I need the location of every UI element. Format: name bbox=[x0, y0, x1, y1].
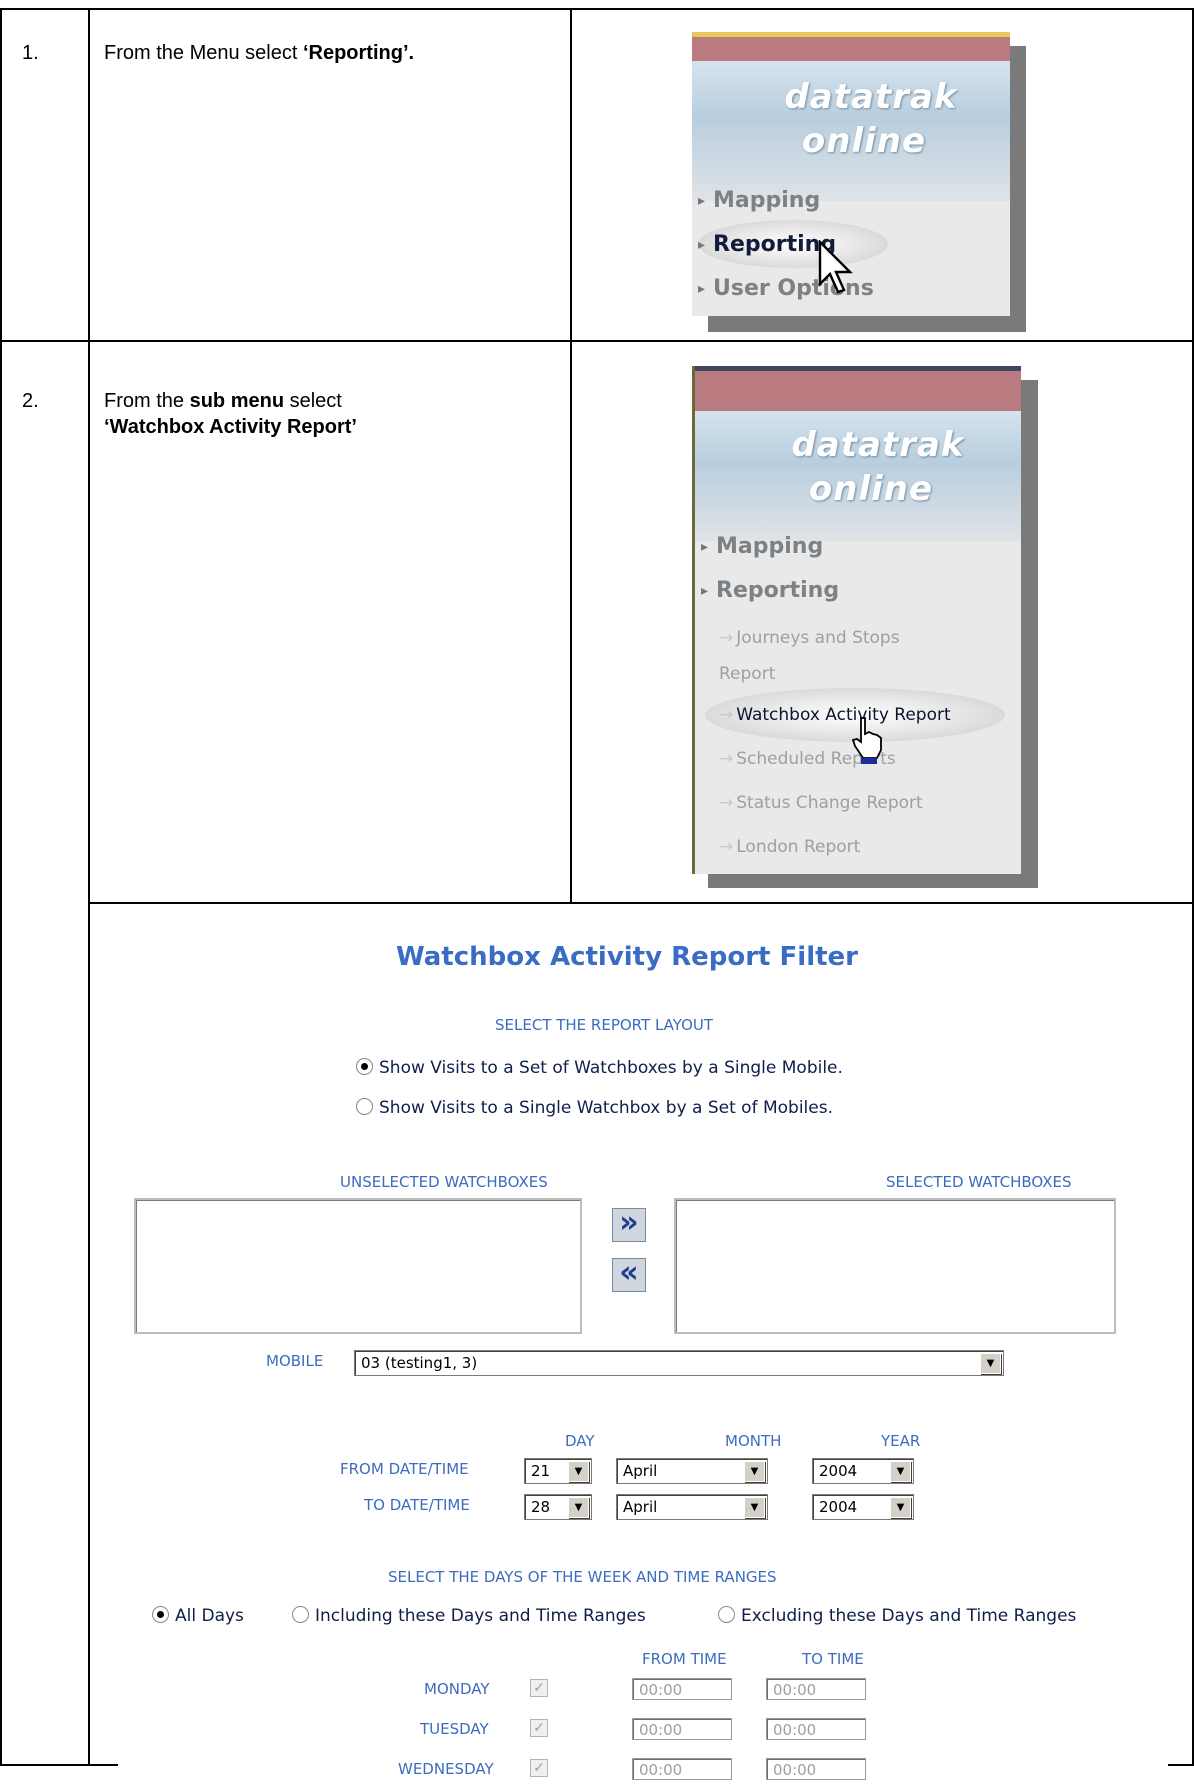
radio-unselected-icon[interactable] bbox=[356, 1098, 373, 1115]
step-instruction: From the sub menu select ‘Watchbox Activ… bbox=[104, 388, 554, 440]
table-column-divider-2 bbox=[570, 8, 572, 904]
instruction-text: select bbox=[284, 390, 342, 412]
table-row-divider-2 bbox=[88, 902, 1194, 904]
step-number: 1. bbox=[22, 42, 39, 64]
radio-unselected-icon[interactable] bbox=[292, 1606, 309, 1623]
to-time-label: TO TIME bbox=[802, 1650, 864, 1668]
radio-unselected-icon[interactable] bbox=[718, 1606, 735, 1623]
chevron-down-icon[interactable]: ▼ bbox=[890, 1461, 911, 1482]
day-label: DAY bbox=[565, 1432, 595, 1450]
table-border-top bbox=[0, 8, 1194, 10]
chevron-down-icon[interactable]: ▼ bbox=[744, 1461, 765, 1482]
datatrak-logo: datatrak bbox=[784, 77, 958, 117]
form-title: Watchbox Activity Report Filter bbox=[396, 942, 859, 972]
datatrak-logo: datatrak bbox=[791, 425, 965, 465]
unselected-watchboxes-list[interactable] bbox=[134, 1198, 582, 1334]
table-border-left bbox=[0, 8, 2, 1766]
menu-item-reporting[interactable]: ▸ Reporting bbox=[701, 578, 839, 603]
arrow-right-icon: → bbox=[719, 837, 734, 857]
from-day-select[interactable]: 21 ▼ bbox=[524, 1458, 592, 1484]
chevron-right-icon: ▸ bbox=[701, 583, 709, 599]
submenu-item-london[interactable]: → London Report bbox=[719, 837, 860, 857]
arrow-right-icon: → bbox=[719, 793, 734, 813]
mobile-label: MOBILE bbox=[266, 1352, 324, 1370]
weekday-checkbox[interactable]: ✓ bbox=[530, 1759, 548, 1777]
to-day-select[interactable]: 28 ▼ bbox=[524, 1494, 592, 1520]
year-label: YEAR bbox=[881, 1432, 921, 1450]
menu-screenshot: datatrak online ▸ Mapping ▸ Reporting ▸ Use… bbox=[692, 32, 1010, 316]
chevron-down-icon[interactable]: ▼ bbox=[744, 1497, 765, 1518]
instruction-text: From the Menu select bbox=[104, 42, 303, 64]
to-date-label: TO DATE/TIME bbox=[364, 1496, 470, 1514]
menu-item-mapping[interactable]: ▸ Mapping bbox=[698, 188, 820, 213]
from-year-select[interactable]: 2004 ▼ bbox=[812, 1458, 914, 1484]
menu-item-mapping[interactable]: ▸ Mapping bbox=[701, 534, 823, 559]
menu-item-reporting[interactable]: ▸ Reporting bbox=[698, 232, 836, 257]
layout-option-single-mobile[interactable]: Show Visits to a Set of Watchboxes by a … bbox=[356, 1058, 843, 1078]
weekday-label: WEDNESDAY bbox=[398, 1760, 494, 1778]
to-time-input[interactable]: 00:00 bbox=[766, 1758, 866, 1780]
to-month-select[interactable]: April ▼ bbox=[616, 1494, 768, 1520]
step-number: 2. bbox=[22, 390, 39, 412]
cursor-arrow-icon bbox=[818, 240, 853, 294]
layout-option-single-watchbox[interactable]: Show Visits to a Single Watchbox by a Se… bbox=[356, 1098, 833, 1118]
chevron-down-icon[interactable]: ▼ bbox=[890, 1497, 911, 1518]
table-row-divider-1 bbox=[0, 340, 1194, 342]
from-time-input[interactable]: 00:00 bbox=[632, 1758, 732, 1780]
move-left-button[interactable]: « bbox=[612, 1258, 646, 1292]
to-time-input[interactable]: 00:00 bbox=[766, 1678, 866, 1700]
to-time-input[interactable]: 00:00 bbox=[766, 1718, 866, 1740]
submenu-item-journeys-cont: Report bbox=[719, 664, 776, 684]
instruction-emphasis: ‘Reporting’. bbox=[302, 42, 415, 64]
all-days-option[interactable]: All Days bbox=[152, 1606, 244, 1626]
radio-selected-icon[interactable] bbox=[152, 1606, 169, 1623]
unselected-watchboxes-label: UNSELECTED WATCHBOXES bbox=[340, 1173, 548, 1191]
step-instruction: From the Menu select ‘Reporting’. bbox=[104, 40, 554, 66]
from-time-input[interactable]: 00:00 bbox=[632, 1718, 732, 1740]
from-time-label: FROM TIME bbox=[642, 1650, 727, 1668]
datatrak-logo-line2: online bbox=[801, 121, 927, 161]
report-filter-form: Watchbox Activity Report Filter SELECT T… bbox=[118, 910, 1168, 1785]
table-column-divider-1 bbox=[88, 8, 90, 1766]
from-time-input[interactable]: 00:00 bbox=[632, 1678, 732, 1700]
days-heading: SELECT THE DAYS OF THE WEEK AND TIME RAN… bbox=[388, 1568, 777, 1586]
weekday-label: MONDAY bbox=[424, 1680, 490, 1698]
arrow-right-icon: → bbox=[719, 749, 734, 769]
chevron-right-icon: ▸ bbox=[698, 237, 706, 253]
chevron-right-icon: ▸ bbox=[701, 539, 709, 555]
layout-heading: SELECT THE REPORT LAYOUT bbox=[495, 1016, 714, 1034]
submenu-item-status-change[interactable]: → Status Change Report bbox=[719, 793, 923, 813]
datatrak-logo-line2: online bbox=[808, 469, 934, 509]
chevron-down-icon[interactable]: ▼ bbox=[568, 1461, 589, 1482]
radio-selected-icon[interactable] bbox=[356, 1058, 373, 1075]
mobile-select[interactable]: 03 (testing1, 3) ▼ bbox=[354, 1350, 1004, 1376]
weekday-label: TUESDAY bbox=[420, 1720, 489, 1738]
from-month-select[interactable]: April ▼ bbox=[616, 1458, 768, 1484]
instruction-emphasis: sub menu bbox=[189, 390, 285, 412]
excluding-days-option[interactable]: Excluding these Days and Time Ranges bbox=[718, 1606, 1076, 1626]
instruction-emphasis: ‘Watchbox Activity Report’ bbox=[104, 416, 357, 438]
from-date-label: FROM DATE/TIME bbox=[340, 1460, 469, 1478]
arrow-right-icon: → bbox=[719, 628, 734, 648]
move-right-button[interactable]: » bbox=[612, 1208, 646, 1242]
weekday-checkbox[interactable]: ✓ bbox=[530, 1719, 548, 1737]
submenu-item-watchbox[interactable]: → Watchbox Activity Report bbox=[719, 705, 951, 725]
selected-watchboxes-label: SELECTED WATCHBOXES bbox=[886, 1173, 1072, 1191]
month-label: MONTH bbox=[725, 1432, 782, 1450]
submenu-item-journeys[interactable]: → Journeys and Stops bbox=[719, 628, 900, 648]
selected-watchboxes-list[interactable] bbox=[674, 1198, 1116, 1334]
chevron-right-icon: ▸ bbox=[698, 193, 706, 209]
chevron-down-icon[interactable]: ▼ bbox=[980, 1353, 1001, 1374]
hand-cursor-icon bbox=[851, 717, 882, 764]
chevron-down-icon[interactable]: ▼ bbox=[568, 1497, 589, 1518]
weekday-checkbox[interactable]: ✓ bbox=[530, 1679, 548, 1697]
chevron-right-icon: ▸ bbox=[698, 281, 706, 297]
instruction-text: From the bbox=[104, 390, 190, 412]
to-year-select[interactable]: 2004 ▼ bbox=[812, 1494, 914, 1520]
arrow-right-icon: → bbox=[719, 705, 734, 725]
including-days-option[interactable]: Including these Days and Time Ranges bbox=[292, 1606, 646, 1626]
submenu-screenshot: datatrak online ▸ Mapping ▸ Reporting → Jou… bbox=[692, 366, 1021, 874]
